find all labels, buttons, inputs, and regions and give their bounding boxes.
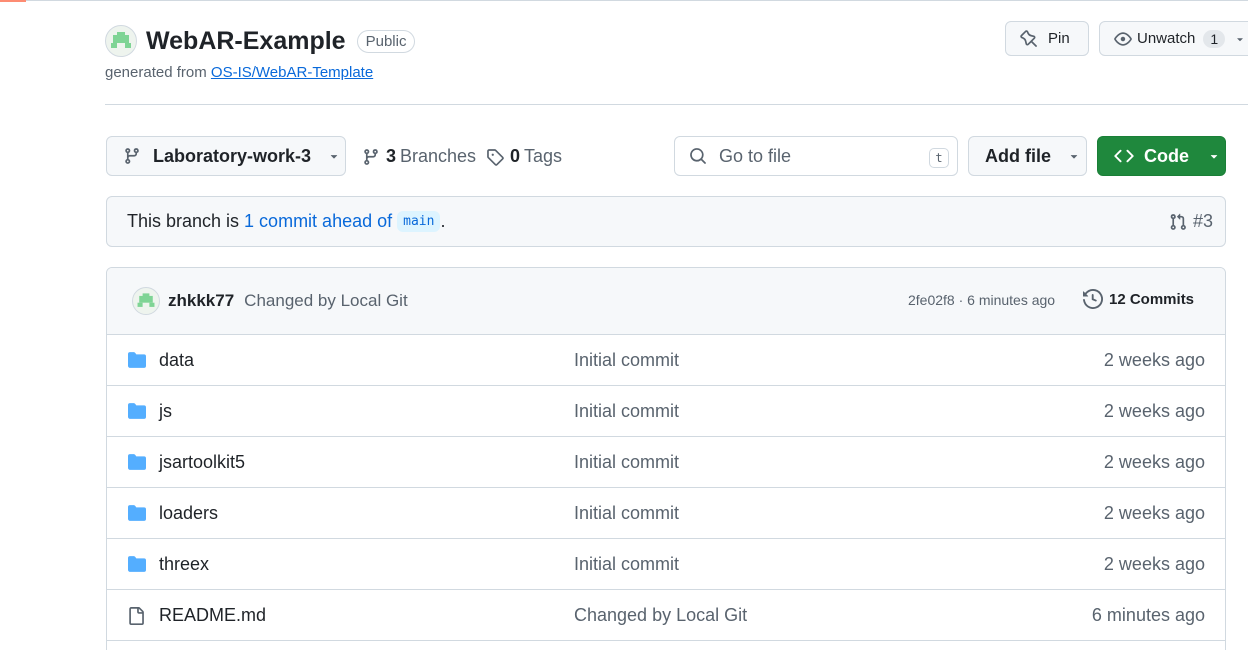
tags-label: Tags bbox=[524, 146, 563, 166]
generated-from: generated from OS-IS/WebAR-Template bbox=[105, 64, 373, 81]
caret-down-icon bbox=[1237, 37, 1243, 41]
tags-link[interactable]: 0 Tags bbox=[486, 146, 562, 167]
file-name-link[interactable]: jsartoolkit5 bbox=[159, 452, 245, 473]
file-commit-age: 2 weeks ago bbox=[1103, 452, 1205, 472]
latest-commit-bar: zhkkk77 Changed by Local Git 2fe02f8 · 6… bbox=[107, 268, 1225, 335]
file-list: data Initial commit 2 weeks ago js Initial c… bbox=[107, 335, 1225, 641]
tag-icon bbox=[487, 148, 504, 166]
code-button[interactable]: Code bbox=[1097, 136, 1226, 176]
active-tab-marker bbox=[0, 0, 26, 2]
folder-icon bbox=[128, 556, 146, 572]
commits-history-link[interactable]: 12 Commits bbox=[1083, 289, 1194, 309]
file-commit-message[interactable]: Initial commit bbox=[574, 401, 679, 422]
file-name-link[interactable]: loaders bbox=[159, 503, 218, 524]
ahead-suffix: . bbox=[440, 211, 446, 231]
branches-link[interactable]: 3 Branches bbox=[362, 146, 476, 167]
repo-avatar-icon bbox=[137, 293, 155, 307]
search-shortcut-key: t bbox=[929, 148, 949, 168]
file-commit-message[interactable]: Changed by Local Git bbox=[574, 605, 747, 626]
pull-request-ref: #3 bbox=[1192, 211, 1213, 231]
branch-name: Laboratory-work-3 bbox=[153, 145, 312, 166]
pin-icon bbox=[1020, 29, 1037, 47]
pull-request-link[interactable]: #3 bbox=[1169, 211, 1213, 232]
add-file-label: Add file bbox=[985, 145, 1051, 166]
repo-avatar-icon bbox=[111, 32, 131, 48]
pin-label: Pin bbox=[1048, 30, 1070, 47]
base-branch[interactable]: main bbox=[397, 211, 441, 232]
file-commit-message[interactable]: Initial commit bbox=[574, 350, 679, 371]
tags-count: 0 bbox=[510, 146, 521, 166]
file-commit-message[interactable]: Initial commit bbox=[574, 554, 679, 575]
file-name-link[interactable]: data bbox=[159, 350, 194, 371]
file-row[interactable]: data Initial commit 2 weeks ago bbox=[107, 335, 1225, 386]
unwatch-label: Unwatch bbox=[1137, 30, 1196, 47]
branch-icon bbox=[364, 148, 378, 165]
watch-count: 1 bbox=[1203, 29, 1226, 48]
unwatch-button[interactable]: Unwatch 1 bbox=[1099, 21, 1248, 56]
pin-button[interactable]: Pin bbox=[1005, 21, 1089, 56]
file-row[interactable]: js Initial commit 2 weeks ago bbox=[107, 386, 1225, 437]
commit-message[interactable]: Changed by Local Git bbox=[244, 291, 408, 311]
visibility-badge: Public bbox=[356, 29, 416, 53]
file-row[interactable]: threex Initial commit 2 weeks ago bbox=[107, 539, 1225, 590]
file-browser: zhkkk77 Changed by Local Git 2fe02f8 · 6… bbox=[106, 267, 1226, 650]
pull-request-icon bbox=[1170, 213, 1186, 230]
template-link[interactable]: OS-IS/WebAR-Template bbox=[211, 64, 373, 81]
file-row[interactable]: README.md Changed by Local Git 6 minutes a… bbox=[107, 590, 1225, 641]
file-commit-message[interactable]: Initial commit bbox=[574, 503, 679, 524]
file-commit-age: 2 weeks ago bbox=[1103, 503, 1205, 523]
branch-selector[interactable]: Laboratory-work-3 bbox=[106, 136, 346, 176]
caret-down-icon bbox=[1210, 155, 1218, 159]
folder-icon bbox=[128, 403, 146, 419]
file-row[interactable]: jsartoolkit5 Initial commit 2 weeks ago bbox=[107, 437, 1225, 488]
branches-count: 3 bbox=[386, 146, 397, 166]
code-icon bbox=[1114, 149, 1134, 163]
commits-count: 12 Commits bbox=[1109, 290, 1195, 308]
file-icon bbox=[129, 607, 144, 625]
search-placeholder: Go to file bbox=[719, 145, 792, 166]
file-name-link[interactable]: README.md bbox=[159, 605, 266, 626]
file-name-link[interactable]: js bbox=[159, 401, 172, 422]
go-to-file-input[interactable]: Go to file t bbox=[674, 136, 958, 176]
folder-icon bbox=[128, 505, 146, 521]
commit-author[interactable]: zhkkk77 bbox=[168, 291, 234, 311]
folder-icon bbox=[128, 352, 146, 368]
generated-prefix: generated from bbox=[105, 64, 207, 81]
branches-label: Branches bbox=[400, 146, 477, 166]
header-divider bbox=[105, 104, 1248, 105]
caret-down-icon bbox=[1070, 155, 1078, 159]
file-commit-age: 2 weeks ago bbox=[1103, 350, 1205, 370]
caret-down-icon bbox=[330, 155, 338, 159]
folder-icon bbox=[128, 454, 146, 470]
ahead-prefix: This branch is bbox=[127, 211, 240, 231]
commit-hash-time[interactable]: 2fe02f8 · 6 minutes ago bbox=[908, 292, 1055, 308]
history-icon bbox=[1083, 289, 1103, 309]
repo-header: WebAR-Example Public bbox=[105, 24, 416, 58]
compare-link[interactable]: 1 commit ahead of bbox=[244, 211, 392, 232]
file-commit-age: 2 weeks ago bbox=[1103, 554, 1205, 574]
file-name-link[interactable]: threex bbox=[159, 554, 209, 575]
search-icon bbox=[690, 148, 706, 164]
branch-icon bbox=[125, 148, 139, 164]
file-commit-age: 6 minutes ago bbox=[1091, 605, 1205, 625]
author-avatar[interactable] bbox=[132, 287, 160, 315]
top-border bbox=[0, 0, 1248, 1]
owner-avatar[interactable] bbox=[105, 25, 137, 57]
eye-icon bbox=[1114, 31, 1132, 46]
file-commit-age: 2 weeks ago bbox=[1103, 401, 1205, 421]
code-label: Code bbox=[1144, 145, 1189, 166]
file-commit-message[interactable]: Initial commit bbox=[574, 452, 679, 473]
repo-name-link[interactable]: WebAR-Example bbox=[146, 27, 346, 56]
file-row[interactable]: loaders Initial commit 2 weeks ago bbox=[107, 488, 1225, 539]
add-file-button[interactable]: Add file bbox=[968, 136, 1087, 176]
branch-ahead-banner: This branch is 1 commit ahead of main . … bbox=[106, 196, 1226, 247]
